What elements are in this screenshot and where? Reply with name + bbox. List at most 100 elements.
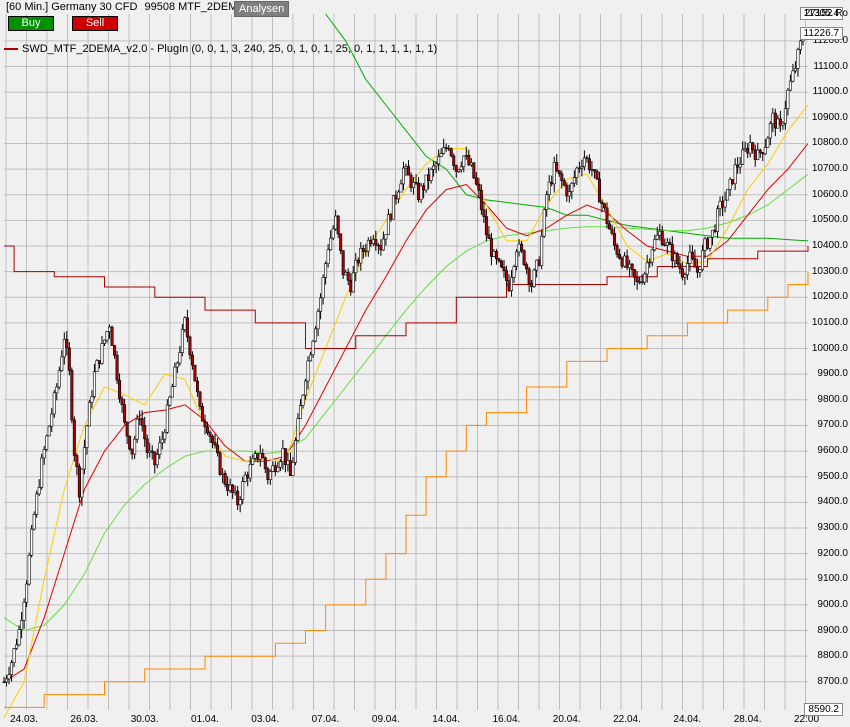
candle-body xyxy=(195,380,199,393)
candle-body xyxy=(602,203,606,209)
candle-body xyxy=(494,251,498,259)
candle-body xyxy=(515,251,519,267)
x-tick-label: 03.04. xyxy=(251,714,280,725)
candle-body xyxy=(502,266,506,271)
y-tick-label: 10400.0 xyxy=(811,240,848,251)
candle-body xyxy=(281,448,285,462)
candle-body xyxy=(610,228,614,234)
candle-body xyxy=(623,255,627,267)
candle-body xyxy=(70,370,74,421)
candle-body xyxy=(163,432,167,440)
candle-body xyxy=(291,462,295,476)
candle-body xyxy=(562,180,566,186)
candle-body xyxy=(329,237,333,251)
candle-body xyxy=(253,453,257,459)
y-tick-label: 10900.0 xyxy=(811,111,848,123)
candle-body xyxy=(417,182,421,201)
candle-body xyxy=(595,170,599,180)
candle-body xyxy=(125,421,129,437)
candle-body xyxy=(675,253,679,265)
candle-body xyxy=(665,242,669,246)
candle-body xyxy=(188,336,192,356)
candle-body xyxy=(190,354,194,366)
candle-body xyxy=(55,386,59,394)
candle-body xyxy=(128,435,132,450)
price-tag: 11226.7 xyxy=(799,27,843,41)
buy-button[interactable]: Buy xyxy=(8,16,54,31)
candle-body xyxy=(620,257,624,267)
candle-body xyxy=(108,326,112,332)
candle-body xyxy=(793,68,797,72)
candle-body xyxy=(768,123,772,139)
candle-body xyxy=(552,162,556,185)
candle-body xyxy=(276,466,280,472)
y-tick-label: 10300.0 xyxy=(811,265,848,277)
candle-body xyxy=(587,158,591,171)
y-tick-label: 10500.0 xyxy=(811,214,848,226)
candle-body xyxy=(479,189,483,211)
candle-body xyxy=(50,413,54,427)
y-tick-label: 9000.0 xyxy=(817,598,848,610)
x-tick-label: 09.04. xyxy=(371,714,400,725)
candle-body xyxy=(251,458,255,465)
y-tick-label: 9600.0 xyxy=(817,445,848,457)
candle-body xyxy=(680,268,684,278)
y-tick-label: 9300.0 xyxy=(817,521,848,533)
candle-body xyxy=(231,484,235,493)
candle-body xyxy=(613,233,617,246)
price-chart[interactable] xyxy=(0,0,850,727)
indicator-label: SWD_MTF_2DEMA_v2.0 - PlugIn (0, 0, 1, 3,… xyxy=(22,43,438,55)
account-label: 99508 MTF_2DEMA xyxy=(144,1,245,13)
candle-body xyxy=(110,326,114,346)
candle-body xyxy=(123,404,127,423)
candle-body xyxy=(766,137,770,148)
candle-body xyxy=(663,244,667,246)
candle-body xyxy=(12,648,16,663)
candle-body xyxy=(15,644,19,649)
candle-body xyxy=(359,248,363,264)
candle-body xyxy=(185,317,189,338)
candle-body xyxy=(660,230,664,246)
candle-body xyxy=(703,238,707,251)
y-tick-label: 10000.0 xyxy=(811,342,848,354)
y-tick-label: 8700.0 xyxy=(817,675,848,687)
candle-body xyxy=(384,234,388,240)
candle-body xyxy=(173,366,177,387)
candle-body xyxy=(670,244,674,261)
candle-body xyxy=(718,200,722,210)
candle-body xyxy=(216,444,220,454)
candle-body xyxy=(10,662,14,675)
candle-body xyxy=(721,200,725,208)
candle-body xyxy=(464,155,468,157)
candle-body xyxy=(120,398,124,405)
candle-body xyxy=(635,277,639,282)
candle-body xyxy=(525,264,529,270)
candle-body xyxy=(319,297,323,312)
candle-body xyxy=(183,317,187,330)
candle-body xyxy=(341,250,345,276)
candle-body xyxy=(507,280,511,291)
candle-body xyxy=(630,263,634,270)
candle-body xyxy=(685,263,689,276)
candle-body xyxy=(489,238,493,257)
candle-body xyxy=(459,166,463,171)
candle-body xyxy=(726,189,730,201)
analysen-button[interactable]: Analysen xyxy=(234,1,290,17)
indicator-lines xyxy=(3,13,809,718)
candle-body xyxy=(520,243,524,251)
y-tick-label: 9800.0 xyxy=(817,393,848,405)
candle-body xyxy=(542,209,546,237)
candle-body xyxy=(344,272,348,276)
candle-body xyxy=(414,181,418,184)
candle-body xyxy=(394,195,398,200)
x-tick-label: 26.03. xyxy=(70,714,99,725)
candle-body xyxy=(449,148,453,157)
candle-body xyxy=(153,451,157,466)
candle-body xyxy=(364,250,368,253)
candle-body xyxy=(557,170,561,175)
candle-body xyxy=(788,80,792,91)
candle-body xyxy=(35,493,39,515)
candle-body xyxy=(221,472,225,475)
sell-button[interactable]: Sell xyxy=(72,16,118,31)
candle-body xyxy=(376,244,380,247)
